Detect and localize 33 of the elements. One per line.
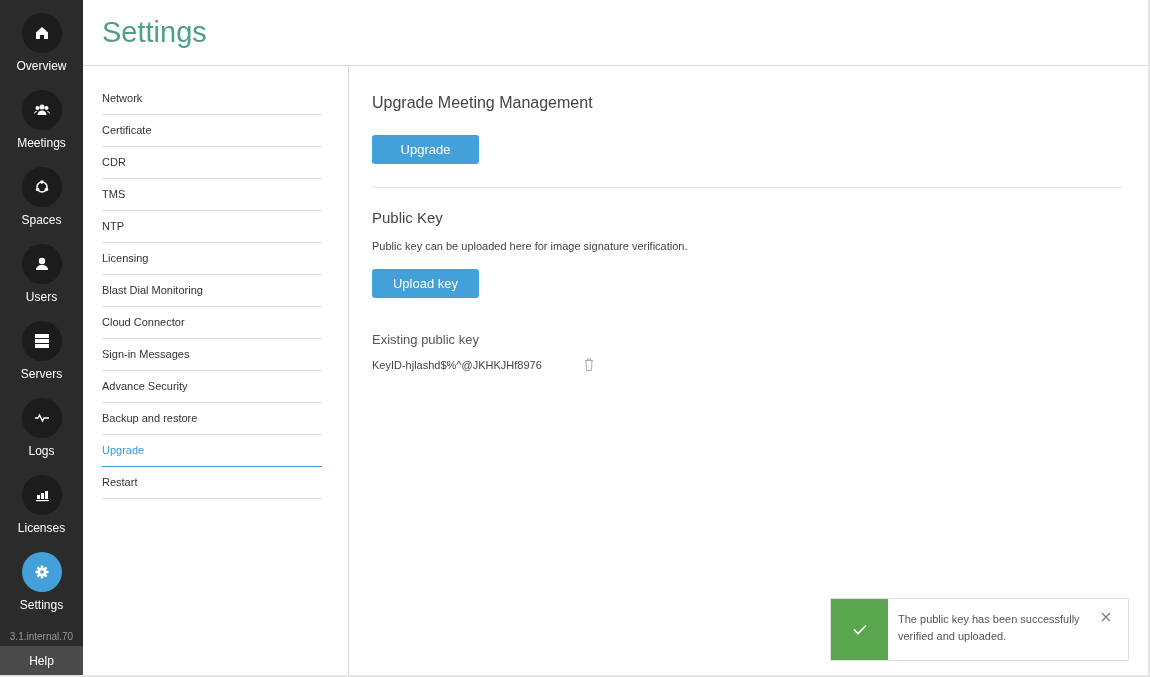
settings-menu-item[interactable]: Backup and restore bbox=[102, 403, 322, 435]
notification-message: The public key has been successfully verified and uploaded. bbox=[898, 612, 1081, 644]
nav-item[interactable]: Licenses bbox=[0, 475, 83, 552]
settings-menu-item[interactable]: Licensing bbox=[102, 243, 322, 275]
nav-item[interactable]: Settings bbox=[0, 552, 83, 629]
section-heading: Public Key bbox=[372, 208, 444, 228]
nav-item[interactable]: Servers bbox=[0, 321, 83, 398]
description-text: Public key can be uploaded here for image signature verification. bbox=[372, 238, 689, 254]
nav-item[interactable]: Users bbox=[0, 244, 83, 321]
settings-menu-item[interactable]: Sign-in Messages bbox=[102, 339, 322, 371]
settings-menu-item[interactable]: Certificate bbox=[102, 115, 322, 147]
key-id-text: KeyID-hjlashd$%^@JKHKJHf8976 bbox=[372, 357, 543, 373]
checkmark-icon bbox=[852, 624, 867, 635]
server-icon bbox=[32, 332, 51, 350]
help-button[interactable]: Help bbox=[0, 646, 83, 675]
settings-menu-item[interactable]: Advance Security bbox=[102, 371, 322, 403]
settings-menu-item[interactable]: TMS bbox=[102, 179, 322, 211]
nav-item[interactable]: Logs bbox=[0, 398, 83, 475]
nav-item[interactable]: Meetings bbox=[0, 90, 83, 167]
trash-icon[interactable] bbox=[584, 358, 594, 372]
nav-item[interactable]: Spaces bbox=[0, 167, 83, 244]
version-text: 3.1.internal.70 bbox=[8, 630, 75, 644]
existing-key-label: Existing public key bbox=[372, 331, 480, 349]
section-heading: Upgrade Meeting Management bbox=[372, 93, 594, 113]
settings-menu-item[interactable]: Cloud Connector bbox=[102, 307, 322, 339]
close-icon[interactable] bbox=[1101, 612, 1111, 622]
page-title: Settings bbox=[102, 14, 207, 50]
settings-menu-item[interactable]: NTP bbox=[102, 211, 322, 243]
settings-menu-item[interactable]: Restart bbox=[102, 467, 322, 499]
settings-menu-item[interactable]: Blast Dial Monitoring bbox=[102, 275, 322, 307]
nav-item[interactable]: Overview bbox=[0, 13, 83, 90]
settings-menu-item[interactable]: Network bbox=[102, 83, 322, 115]
settings-menu-item[interactable]: CDR bbox=[102, 147, 322, 179]
